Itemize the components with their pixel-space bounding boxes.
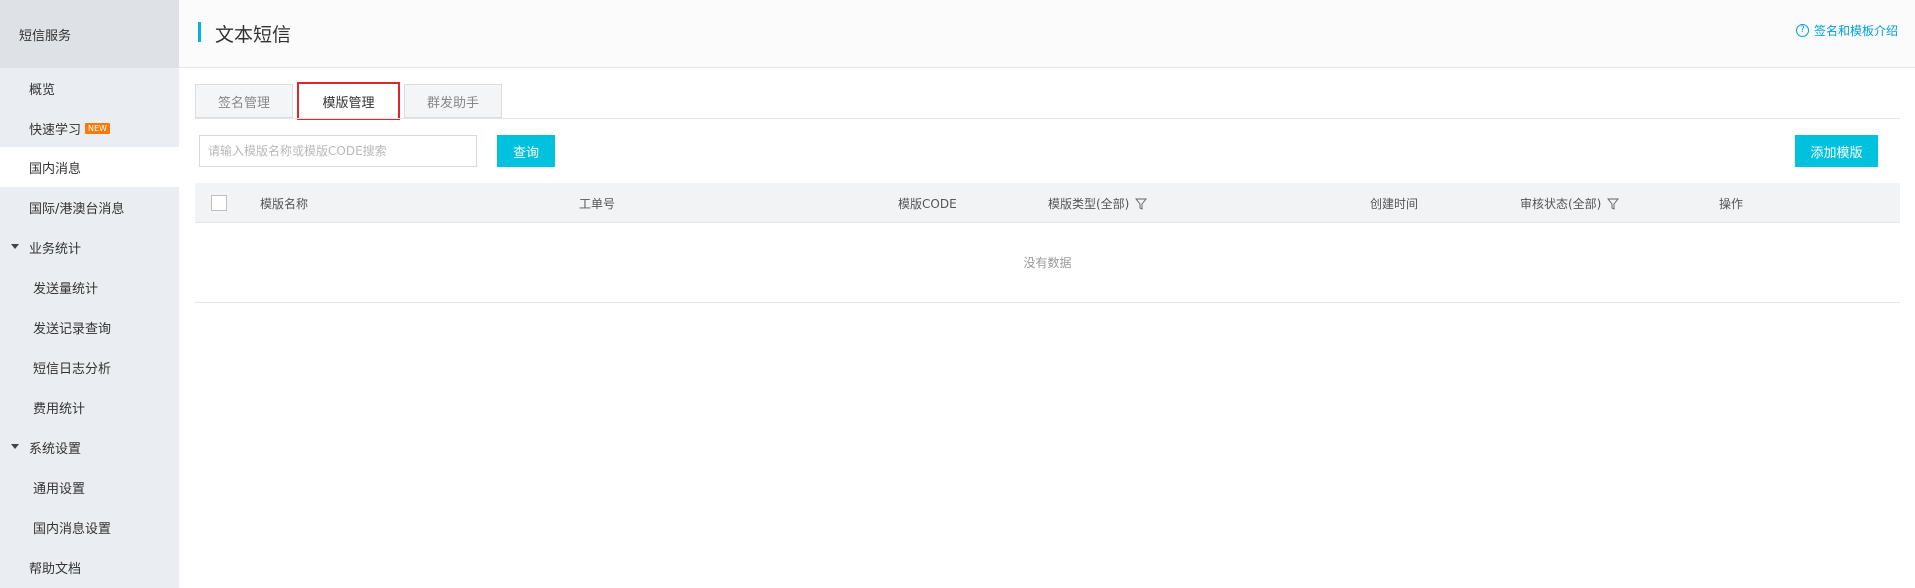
sidebar-item-label: 通用设置 [33,481,86,497]
template-search-input[interactable] [199,135,477,167]
column-header-created-time: 创建时间 [1370,195,1418,212]
question-circle-icon: ? [1795,24,1809,37]
column-label: 模版类型(全部) [1048,197,1130,211]
sidebar: 短信服务 概览 快速学习 NEW 国内消息 国际/港澳台消息 业务统计 发送量统… [0,0,179,588]
sidebar-group-business-stats[interactable]: 业务统计 [0,227,179,267]
sidebar-item-international-message[interactable]: 国际/港澳台消息 [0,187,179,227]
sidebar-item-label: 帮助文档 [29,561,82,577]
caret-down-icon [11,244,19,249]
column-label: 模版名称 [260,197,309,211]
sidebar-item-cost-stats[interactable]: 费用统计 [0,387,179,427]
select-all-checkbox[interactable] [211,195,227,211]
tab-signature-management[interactable]: 签名管理 [195,84,293,118]
sidebar-item-send-records[interactable]: 发送记录查询 [0,307,179,347]
column-header-review-status[interactable]: 审核状态(全部) [1520,195,1620,212]
tab-bulk-send-assistant[interactable]: 群发助手 [404,84,502,118]
main-content: 文本短信 ? 签名和模板介绍 签名管理 模版管理 群发助手 查询 添加模版 模版… [179,0,1915,588]
sidebar-group-system-settings[interactable]: 系统设置 [0,427,179,467]
sidebar-item-sms-log-analysis[interactable]: 短信日志分析 [0,347,179,387]
sidebar-item-label: 快速学习 [29,122,82,138]
sidebar-item-label: 业务统计 [29,241,82,257]
sidebar-title: 短信服务 [0,0,179,68]
sidebar-item-label: 费用统计 [33,401,86,417]
column-header-ticket-no: 工单号 [579,195,615,212]
column-header-template-code: 模版CODE [898,195,957,212]
sidebar-item-label: 概览 [29,82,56,98]
title-accent-bar [198,22,201,42]
sidebar-item-label: 国际/港澳台消息 [29,201,125,217]
column-label: 工单号 [579,197,616,211]
add-template-button[interactable]: 添加模版 [1795,135,1878,167]
help-link-label: 签名和模板介绍 [1813,24,1898,38]
sidebar-item-label: 国内消息设置 [33,521,112,537]
column-label: 审核状态(全部) [1520,197,1602,211]
sidebar-item-label: 发送记录查询 [33,321,112,337]
sidebar-item-general-settings[interactable]: 通用设置 [0,467,179,507]
new-badge: NEW [85,122,110,134]
sidebar-item-label: 短信日志分析 [33,361,112,377]
column-label: 创建时间 [1370,197,1419,211]
table-header: 模版名称 工单号 模版CODE 模版类型(全部) 创建时间 审核状态(全部) 操… [195,183,1900,223]
sidebar-item-domestic-message[interactable]: 国内消息 [0,147,179,187]
tabs-divider [195,118,1900,119]
column-label: 模版CODE [898,197,957,211]
query-button[interactable]: 查询 [497,135,555,167]
sidebar-item-overview[interactable]: 概览 [0,68,179,108]
sidebar-item-label: 国内消息 [29,161,82,177]
page-header: 文本短信 ? 签名和模板介绍 [179,0,1915,68]
sidebar-item-help-docs[interactable]: 帮助文档 [0,547,179,587]
sidebar-item-quick-learn[interactable]: 快速学习 NEW [0,108,179,148]
filter-icon[interactable] [1135,198,1148,210]
sidebar-item-label: 发送量统计 [33,281,99,297]
column-header-template-type[interactable]: 模版类型(全部) [1048,195,1148,212]
filter-icon[interactable] [1607,198,1620,210]
tab-template-management[interactable]: 模版管理 [297,82,400,120]
column-header-actions: 操作 [1719,195,1743,212]
page-title: 文本短信 [215,24,292,46]
sidebar-item-send-volume[interactable]: 发送量统计 [0,267,179,307]
table-empty-state: 没有数据 [195,223,1900,303]
tab-bar: 签名管理 模版管理 群发助手 [195,82,506,120]
sidebar-item-label: 系统设置 [29,441,82,457]
help-link[interactable]: ? 签名和模板介绍 [1795,22,1898,39]
sidebar-item-domestic-settings[interactable]: 国内消息设置 [0,507,179,547]
column-label: 操作 [1719,197,1744,211]
caret-down-icon [11,444,19,449]
column-header-template-name: 模版名称 [260,195,308,212]
